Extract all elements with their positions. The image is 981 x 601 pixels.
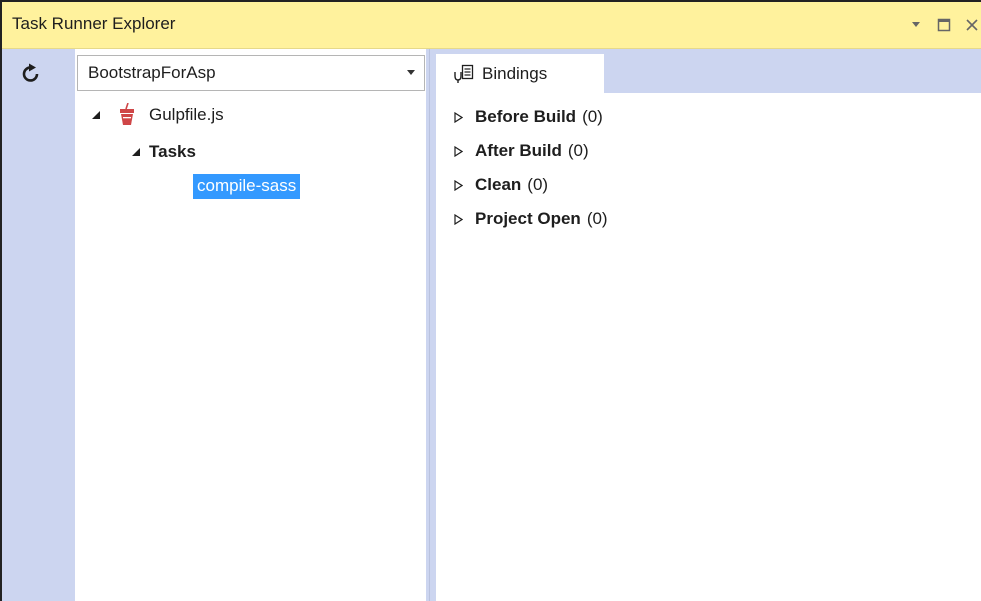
window-controls	[907, 11, 981, 39]
tab-bindings[interactable]: Bindings	[436, 54, 604, 93]
close-icon[interactable]	[963, 15, 981, 35]
tab-strip: Bindings	[436, 49, 981, 93]
window-title: Task Runner Explorer	[12, 14, 176, 33]
bindings-panel: Bindings Before Build (0) After Build (0…	[436, 49, 981, 601]
collapsed-arrow-icon[interactable]	[454, 111, 463, 123]
task-runner-explorer-window: Task Runner Explorer BootstrapForAsp Gul…	[0, 0, 981, 601]
gulp-icon	[120, 103, 134, 125]
project-selector[interactable]: BootstrapForAsp	[77, 55, 425, 91]
tree-item-tasks[interactable]: Tasks	[131, 138, 196, 166]
chevron-down-icon[interactable]	[907, 15, 925, 35]
binding-count: (0)	[567, 141, 589, 160]
binding-name: Project Open	[475, 209, 581, 228]
binding-name: Clean	[475, 175, 522, 194]
expanded-arrow-icon[interactable]	[131, 147, 141, 157]
project-selector-value: BootstrapForAsp	[88, 63, 216, 82]
bindings-icon	[454, 64, 474, 83]
tool-strip	[2, 49, 75, 601]
binding-count: (0)	[586, 209, 608, 228]
refresh-icon[interactable]	[20, 63, 42, 85]
tree-item-label: Tasks	[149, 142, 196, 161]
binding-item-after-build[interactable]: After Build (0)	[454, 137, 589, 165]
binding-name: Before Build	[475, 107, 577, 126]
tree-item-task[interactable]: compile-sass	[193, 172, 301, 200]
binding-item-before-build[interactable]: Before Build (0)	[454, 103, 603, 131]
binding-count: (0)	[527, 175, 549, 194]
tree-item-label: Gulpfile.js	[149, 105, 224, 124]
chevron-down-icon[interactable]	[406, 69, 416, 77]
restore-icon[interactable]	[935, 15, 953, 35]
collapsed-arrow-icon[interactable]	[454, 145, 463, 157]
binding-item-project-open[interactable]: Project Open (0)	[454, 205, 608, 233]
collapsed-arrow-icon[interactable]	[454, 179, 463, 191]
binding-name: After Build	[475, 141, 562, 160]
expanded-arrow-icon[interactable]	[91, 110, 101, 120]
binding-item-clean[interactable]: Clean (0)	[454, 171, 548, 199]
title-bar: Task Runner Explorer	[2, 2, 981, 49]
panel-splitter[interactable]	[426, 49, 436, 601]
collapsed-arrow-icon[interactable]	[454, 213, 463, 225]
tree-item-gulpfile[interactable]: Gulpfile.js	[91, 101, 224, 129]
tab-label: Bindings	[482, 63, 548, 83]
task-tree-panel: BootstrapForAsp Gulpfile.js Tasks compil…	[75, 49, 426, 601]
binding-count: (0)	[582, 107, 603, 126]
task-label-selected[interactable]: compile-sass	[193, 173, 301, 199]
